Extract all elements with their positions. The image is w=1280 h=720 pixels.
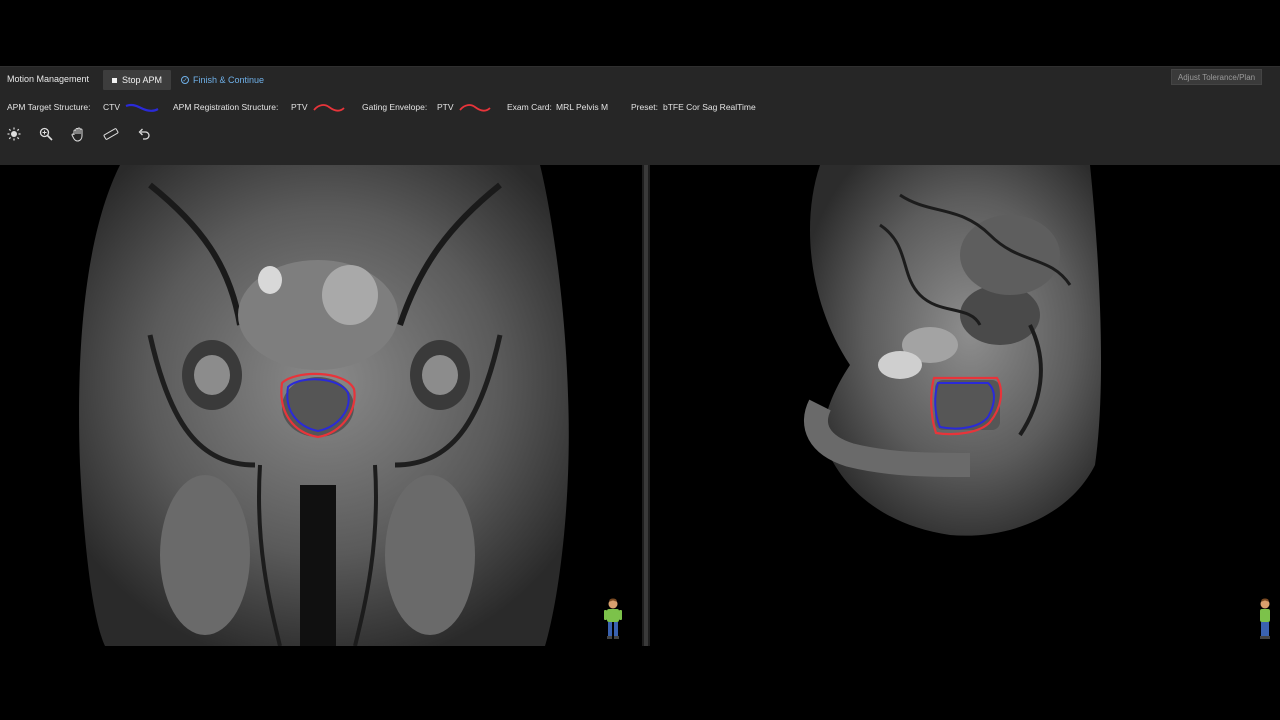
gating-swatch-icon (459, 104, 491, 112)
stop-icon (112, 77, 117, 83)
target-structure-value: CTV (103, 102, 120, 112)
ruler-tool[interactable] (102, 125, 120, 143)
app-title: Motion Management (7, 74, 90, 84)
ruler-icon (103, 128, 119, 140)
patient-orientation-sagittal-icon[interactable] (1256, 598, 1274, 642)
undo-icon (138, 128, 150, 140)
motion-management-toolbar: Motion Management Stop APM ✓ Finish & Co… (0, 66, 1280, 165)
coronal-mri-image (79, 165, 569, 646)
registration-structure-label: APM Registration Structure: (173, 102, 279, 112)
sagittal-viewport[interactable] (650, 165, 1280, 646)
sagittal-mri-image (804, 165, 1102, 536)
brightness-icon (7, 127, 21, 141)
coronal-viewport[interactable] (0, 165, 642, 646)
zoom-icon (39, 127, 53, 141)
zoom-tool[interactable] (37, 125, 55, 143)
exam-card-label: Exam Card: (507, 102, 552, 112)
ptv-swatch-icon (313, 104, 345, 112)
gating-envelope-value: PTV (437, 102, 454, 112)
ctv-swatch-icon (125, 103, 159, 112)
adjust-tolerance-button[interactable]: Adjust Tolerance/Plan (1171, 69, 1262, 85)
stop-apm-button[interactable]: Stop APM (103, 70, 172, 90)
finish-continue-button[interactable]: ✓ Finish & Continue (181, 70, 264, 90)
pan-hand-icon (70, 127, 82, 142)
finish-continue-label: Finish & Continue (193, 75, 265, 85)
divider-bar (644, 165, 648, 646)
brightness-tool[interactable] (5, 125, 23, 143)
stop-apm-label: Stop APM (122, 75, 163, 85)
undo-tool[interactable] (135, 125, 153, 143)
gating-envelope-label: Gating Envelope: (362, 102, 428, 112)
pan-tool[interactable] (69, 125, 87, 143)
finish-icon: ✓ (181, 76, 189, 84)
viewport-divider[interactable] (642, 165, 650, 646)
preset-label: Preset: (631, 102, 658, 112)
toolbar-row-actions: Motion Management Stop APM ✓ Finish & Co… (0, 67, 1280, 93)
patient-orientation-icon[interactable] (602, 598, 624, 642)
exam-card-value: MRL Pelvis M (556, 102, 609, 112)
bottom-black-bar (0, 646, 1280, 720)
top-black-bar (0, 0, 1280, 66)
registration-structure-value: PTV (291, 102, 308, 112)
preset-value: bTFE Cor Sag RealTime (663, 102, 756, 112)
target-structure-label: APM Target Structure: (7, 102, 91, 112)
